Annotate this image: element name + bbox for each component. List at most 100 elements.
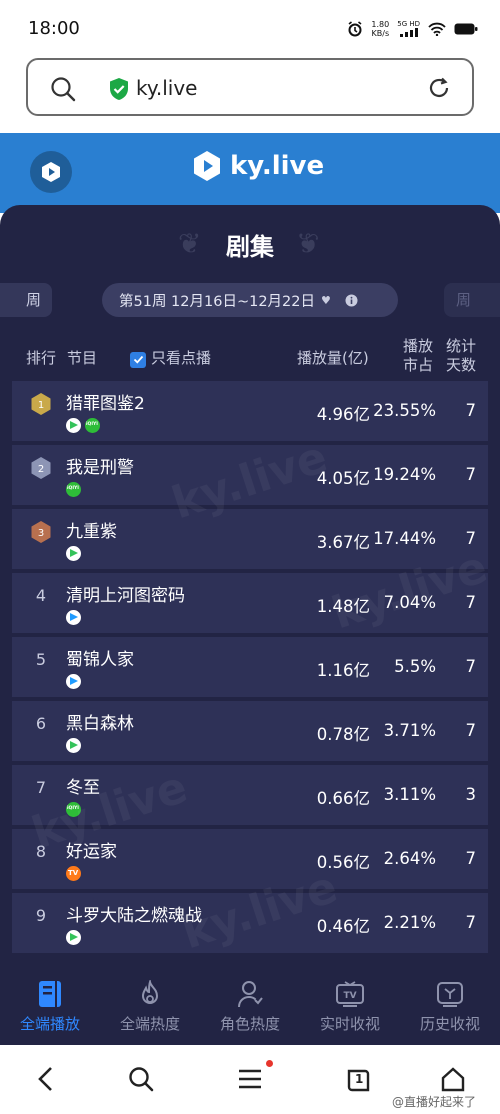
tab-all-heat[interactable]: 全端热度 (100, 965, 200, 1045)
history-tv-icon (437, 982, 463, 1007)
app-logo-button[interactable] (30, 151, 72, 193)
stat-days: 7 (465, 465, 477, 484)
stat-days: 7 (465, 401, 477, 420)
menu-icon[interactable] (237, 1065, 263, 1093)
program-name[interactable]: 蜀锦人家 (66, 645, 134, 670)
back-icon[interactable] (36, 1065, 56, 1093)
svg-text:1: 1 (38, 400, 44, 411)
tencent-video-icon (66, 546, 81, 561)
table-row[interactable]: 7 冬至 0.66亿 3.11% 3 (12, 765, 488, 825)
program-name[interactable]: 冬至 (66, 773, 100, 798)
stat-days: 7 (465, 849, 477, 868)
tab-label: 全端热度 (119, 1015, 180, 1033)
tab-history-rating[interactable]: 历史收视 (400, 965, 500, 1045)
tab-all-play[interactable]: 全端播放 (0, 965, 100, 1045)
table-row[interactable]: 8 好运家 0.56亿 2.64% 7 (12, 829, 488, 889)
market-share: 5.5% (394, 657, 436, 676)
site-brand: ky.live (192, 150, 324, 182)
tab-label: 实时收视 (319, 1015, 380, 1033)
alarm-icon (348, 21, 362, 37)
market-share: 2.21% (383, 913, 436, 932)
play-count: 4.96亿 (316, 405, 370, 424)
address-bar[interactable]: ky.live (26, 58, 474, 116)
ranking-list: 1 猎罪图鉴2 4.96亿 23.55% 7 2 我是刑警 4.05亿 19.2… (12, 381, 488, 957)
market-share: 19.24% (373, 465, 436, 484)
market-share: 23.55% (373, 401, 436, 420)
table-row[interactable]: 2 我是刑警 4.05亿 19.24% 7 (12, 445, 488, 505)
platform-icons (66, 482, 81, 497)
svg-text:2: 2 (38, 464, 44, 475)
signal-icon (399, 28, 418, 37)
iqiyi-icon (66, 482, 81, 497)
bottom-tab-bar: 全端播放 全端热度 角色热度 TV 实时收视 历史收视 (0, 965, 500, 1045)
program-name[interactable]: 好运家 (66, 837, 117, 862)
info-icon[interactable] (345, 294, 358, 307)
url-text[interactable]: ky.live (136, 76, 197, 100)
table-row[interactable]: 4 清明上河图密码 1.48亿 7.04% 7 (12, 573, 488, 633)
program-name[interactable]: 清明上河图密码 (66, 581, 185, 606)
tab-role-heat[interactable]: 角色热度 (200, 965, 300, 1045)
col-share-line1: 播放 (403, 337, 434, 355)
table-row[interactable]: 5 蜀锦人家 1.16亿 5.5% 7 (12, 637, 488, 697)
battery-icon (454, 23, 478, 35)
iqiyi-icon (66, 802, 81, 817)
iqiyi-icon (85, 418, 100, 433)
svg-text:TV: TV (343, 991, 356, 1001)
search-icon[interactable] (128, 1065, 154, 1093)
platform-icons (66, 930, 81, 945)
tab-realtime-rating[interactable]: TV 实时收视 (300, 965, 400, 1045)
tencent-video-icon (66, 418, 81, 433)
tencent-video-icon (66, 738, 81, 753)
play-count: 3.67亿 (316, 533, 370, 552)
mango-tv-icon (66, 866, 81, 881)
status-icons: 1.80 KB/s 5G HD (347, 20, 478, 38)
stat-days: 7 (465, 913, 477, 932)
tab-label: 角色热度 (219, 1015, 280, 1033)
play-count: 0.56亿 (316, 853, 370, 872)
col-plays[interactable]: 播放量(亿) (297, 347, 369, 368)
rank-number: 5 (35, 650, 47, 669)
platform-icons (66, 418, 100, 433)
svg-text:3: 3 (38, 528, 44, 539)
program-name[interactable]: 斗罗大陆之燃魂战 (66, 901, 202, 926)
reload-icon[interactable] (426, 75, 452, 101)
table-row[interactable]: 3 九重紫 3.67亿 17.44% 7 (12, 509, 488, 569)
book-icon (39, 981, 61, 1007)
only-vod-toggle[interactable]: 只看点播 (130, 347, 211, 368)
tabs-button[interactable]: 1 (346, 1065, 372, 1093)
stat-days: 7 (465, 657, 477, 676)
col-program: 节目 (67, 349, 98, 367)
flame-icon (141, 980, 159, 1004)
tabs-count: 1 (355, 1072, 364, 1086)
platform-icons (66, 674, 81, 689)
week-selector[interactable]: 第51周 12月16日~12月22日 ♥ (102, 283, 398, 317)
only-vod-label: 只看点播 (151, 349, 212, 367)
program-name[interactable]: 猎罪图鉴2 (66, 389, 145, 414)
next-week-tab[interactable]: 周 (444, 283, 500, 317)
check-icon[interactable] (130, 351, 146, 368)
col-share[interactable]: 播放 市占 (403, 337, 433, 375)
market-share: 2.64% (383, 849, 436, 868)
table-row[interactable]: 9 斗罗大陆之燃魂战 0.46亿 2.21% 7 (12, 893, 488, 953)
home-icon[interactable] (440, 1065, 466, 1093)
tv-icon: TV (336, 981, 364, 1007)
table-header: 排行 节目 只看点播 播放量(亿) 播放 市占 统计 天数 (0, 333, 500, 381)
ranking-panel: ❦ ❦ 剧集 周 第51周 12月16日~12月22日 ♥ 周 排行 节目 只看… (0, 205, 500, 965)
col-days[interactable]: 统计 天数 (446, 337, 476, 375)
program-name[interactable]: 黑白森林 (66, 709, 134, 734)
table-row[interactable]: 1 猎罪图鉴2 4.96亿 23.55% 7 (12, 381, 488, 441)
col-share-line2: 市占 (403, 356, 434, 374)
play-logo-icon (42, 162, 60, 182)
prev-week-tab[interactable]: 周 (0, 283, 52, 317)
search-icon[interactable] (50, 76, 76, 102)
rank-number: 6 (35, 714, 47, 733)
table-row[interactable]: 6 黑白森林 0.78亿 3.71% 7 (12, 701, 488, 761)
play-count: 4.05亿 (316, 469, 370, 488)
tab-label: 历史收视 (419, 1015, 480, 1033)
play-count: 1.16亿 (316, 661, 370, 680)
market-share: 17.44% (373, 529, 436, 548)
program-name[interactable]: 我是刑警 (66, 453, 134, 478)
site-header: ky.live (0, 133, 500, 213)
program-name[interactable]: 九重紫 (66, 517, 117, 542)
status-time: 18:00 (28, 18, 80, 39)
